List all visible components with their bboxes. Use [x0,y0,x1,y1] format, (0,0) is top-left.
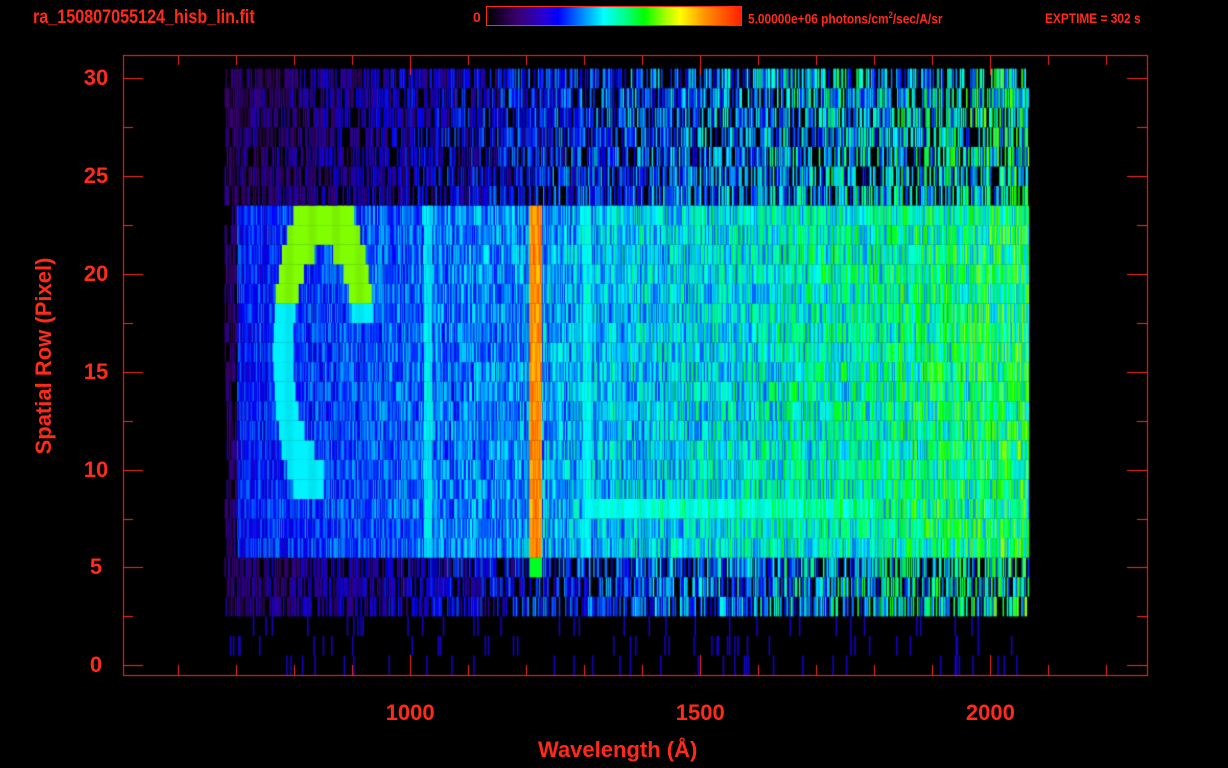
colorbar-max-label: 5.00000e+06 photons/cm2/sec/A/sr [748,10,942,27]
x-tick-label: 1000 [385,700,435,725]
y-axis-label: Spatial Row (Pixel) [31,257,56,455]
colorbar-units-suffix: /sec/A/sr [892,10,943,27]
colorbar [486,6,742,26]
x-tick-label: 1500 [675,700,725,725]
plot-title: ra_150807055124_hisb_lin.fit [33,7,255,28]
colorbar-min-label: 0 [473,9,481,25]
y-tick-label: 15 [83,358,109,384]
y-tick-label: 10 [83,456,109,482]
y-tick-label: 5 [89,554,103,580]
colorbar-max-value: 5.00000e+06 photons/cm [748,10,889,27]
y-tick-label: 20 [83,261,109,287]
y-tick-label: 30 [83,65,109,91]
x-axis-label: Wavelength (Å) [538,737,698,762]
exposure-time: EXPTIME = 302 s [1045,10,1141,26]
y-tick-label: 0 [89,652,103,678]
y-tick-label: 25 [83,163,109,189]
spectral-image-heatmap [0,0,1228,768]
x-tick-label: 2000 [965,700,1015,725]
